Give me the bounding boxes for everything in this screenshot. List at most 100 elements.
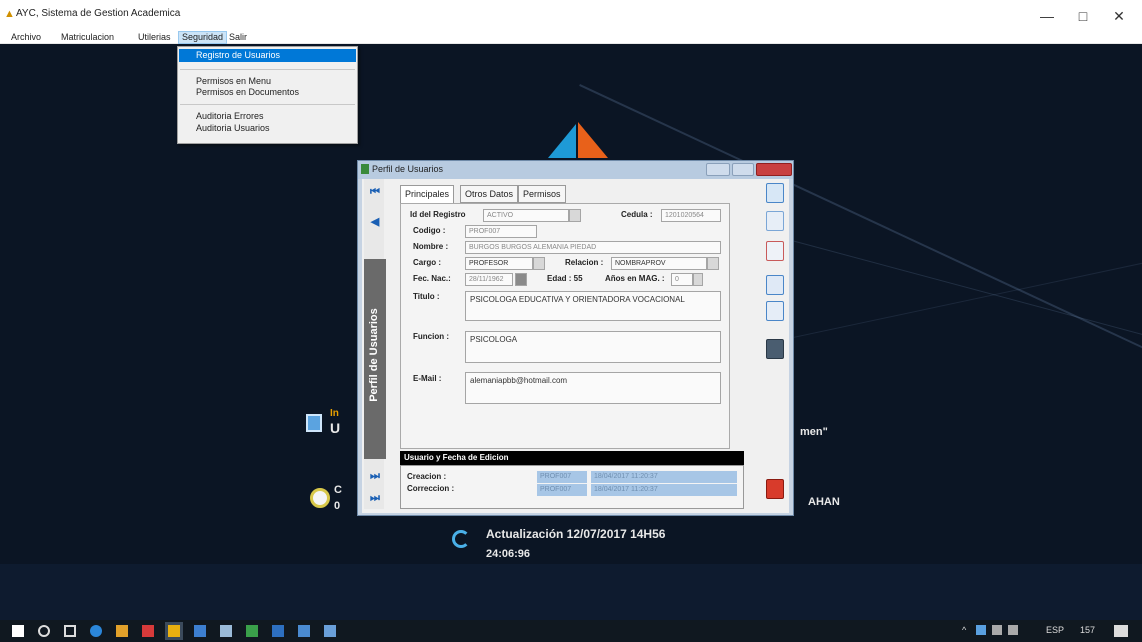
search-icon[interactable] [38, 625, 50, 637]
menu-seguridad[interactable]: Seguridad [178, 31, 228, 44]
menu-salir[interactable]: Salir [226, 31, 250, 44]
correccion-label: Correccion : [407, 484, 455, 493]
refresh-icon [452, 530, 470, 548]
tray-chevron-icon[interactable]: ^ [962, 625, 966, 635]
correccion-user: PROF007 [537, 484, 587, 496]
update-text: Actualización 12/07/2017 14H56 [486, 527, 666, 541]
clock-indicator[interactable]: 157 [1080, 625, 1095, 635]
new-record-icon[interactable] [766, 183, 784, 203]
search-icon[interactable] [766, 301, 784, 321]
first-record-icon[interactable]: ⏮ [366, 183, 384, 201]
delete-record-icon[interactable] [766, 241, 784, 261]
dialog-title: Perfil de Usuarios [372, 164, 444, 174]
desktop-text-2b: 0 [334, 500, 341, 512]
anos-mag-field[interactable]: 0 [671, 273, 693, 286]
task-view-icon[interactable] [64, 625, 76, 637]
relacion-label: Relacion : [565, 258, 604, 267]
volume-icon[interactable] [992, 625, 1002, 635]
app-taskbar-icon[interactable] [168, 625, 180, 637]
cargo-label: Cargo : [413, 258, 441, 267]
dialog-minimize-button[interactable] [706, 163, 730, 176]
menu-item-permisos-menu[interactable]: Permisos en Menu [196, 76, 271, 86]
next-record-icon[interactable]: ⏭ [366, 467, 384, 485]
tab-principales[interactable]: Principales [400, 185, 455, 205]
side-tab: Perfil de Usuarios [364, 259, 386, 459]
office-icon[interactable] [142, 625, 154, 637]
taskbar-app-icon[interactable] [194, 625, 206, 637]
taskbar-app-icon[interactable] [298, 625, 310, 637]
desktop-text-1b: U [330, 420, 341, 436]
last-record-icon[interactable]: ⏭ [366, 489, 384, 507]
side-tab-label: Perfil de Usuarios [368, 308, 380, 402]
dialog-icon [361, 164, 369, 174]
tab-otros-datos[interactable]: Otros Datos [460, 185, 519, 203]
creacion-date: 18/04/2017 11:20:37 [591, 471, 737, 483]
email-field[interactable]: alemaniapbb@hotmail.com [465, 372, 721, 404]
estado-dropdown-icon[interactable] [569, 209, 581, 222]
title-bar: ▲ AYC, Sistema de Gestion Academica — □ … [0, 0, 1142, 31]
taskbar-app-icon[interactable] [324, 625, 336, 637]
anos-mag-spinner-icon[interactable] [693, 273, 703, 286]
titulo-field[interactable]: PSICOLOGA EDUCATIVA Y ORIENTADORA VOCACI… [465, 291, 721, 321]
menu-item-auditoria-usuarios[interactable]: Auditoria Usuarios [196, 123, 270, 133]
logo-blue-shape [548, 124, 576, 158]
audit-header: Usuario y Fecha de Edicion [400, 451, 744, 465]
menu-item-auditoria-errores[interactable]: Auditoria Errores [196, 111, 264, 121]
logo-orange-shape [578, 122, 608, 158]
cedula-field[interactable]: 1201020564 [661, 209, 721, 222]
taskbar: ^ ESP 157 [0, 620, 1142, 642]
add-list-icon[interactable] [766, 275, 784, 295]
battery-icon[interactable] [1008, 625, 1018, 635]
taskbar-app-icon[interactable] [272, 625, 284, 637]
id-registro-label: Id del Registro [410, 210, 466, 219]
printer-icon[interactable] [766, 339, 784, 359]
update-clock: 24:06:96 [486, 548, 531, 560]
edge-icon[interactable] [90, 625, 102, 637]
nombre-label: Nombre : [413, 242, 449, 251]
explorer-icon[interactable] [116, 625, 128, 637]
codigo-field[interactable]: PROF007 [465, 225, 537, 238]
notification-icon[interactable] [1114, 625, 1128, 637]
taskbar-app-icon[interactable] [220, 625, 232, 637]
menu-item-registro-usuarios[interactable]: Registro de Usuarios [196, 50, 280, 60]
desktop-text-2a: C [334, 484, 342, 496]
correccion-date: 18/04/2017 11:20:37 [591, 484, 737, 496]
dialog-maximize-button[interactable] [732, 163, 754, 176]
email-label: E-Mail : [413, 374, 442, 383]
dialog-close-button[interactable] [756, 163, 792, 176]
dialog-title-bar: Perfil de Usuarios [358, 161, 793, 179]
menu-matriculacion[interactable]: Matriculacion [58, 31, 117, 44]
funcion-field[interactable]: PSICOLOGA [465, 331, 721, 363]
cargo-field[interactable]: PROFESOR [465, 257, 533, 270]
titulo-label: Titulo : [413, 292, 440, 301]
close-button[interactable]: ✕ [1104, 6, 1134, 26]
building-icon [306, 414, 322, 432]
windows-start-icon[interactable] [12, 625, 24, 637]
prev-record-icon[interactable]: ◀ [366, 213, 384, 231]
menu-item-permisos-documentos[interactable]: Permisos en Documentos [196, 87, 299, 97]
codigo-label: Codigo : [413, 226, 446, 235]
nombre-field[interactable]: BURGOS BURGOS ALEMANIA PIEDAD [465, 241, 721, 254]
dialog-client-area: ⏮ ◀ Perfil de Usuarios ⏭ ⏭ Principales O… [362, 179, 789, 513]
calendar-icon[interactable] [515, 273, 527, 286]
maximize-button[interactable]: □ [1068, 6, 1098, 26]
minimize-button[interactable]: — [1032, 6, 1062, 26]
exit-icon[interactable] [766, 479, 784, 499]
network-icon[interactable] [976, 625, 986, 635]
language-indicator[interactable]: ESP [1046, 625, 1064, 635]
menu-archivo[interactable]: Archivo [8, 31, 44, 44]
relacion-dropdown-icon[interactable] [707, 257, 719, 270]
menu-utilerias[interactable]: Utilerias [135, 31, 174, 44]
tab-permisos[interactable]: Permisos [518, 185, 566, 203]
desktop-text-1a: In [330, 408, 339, 419]
edit-record-icon[interactable] [766, 211, 784, 231]
fec-nac-field[interactable]: 28/11/1962 [465, 273, 513, 286]
cargo-dropdown-icon[interactable] [533, 257, 545, 270]
taskbar-app-icon[interactable] [246, 625, 258, 637]
creacion-label: Creacion : [407, 472, 447, 481]
edad-label: Edad : 55 [547, 274, 583, 283]
fec-nac-label: Fec. Nac.: [413, 274, 451, 283]
relacion-field[interactable]: NOMBRAPROV [611, 257, 707, 270]
perfil-usuarios-dialog: Perfil de Usuarios ⏮ ◀ Perfil de Usuario… [357, 160, 794, 516]
estado-field[interactable]: ACTIVO [483, 209, 569, 222]
